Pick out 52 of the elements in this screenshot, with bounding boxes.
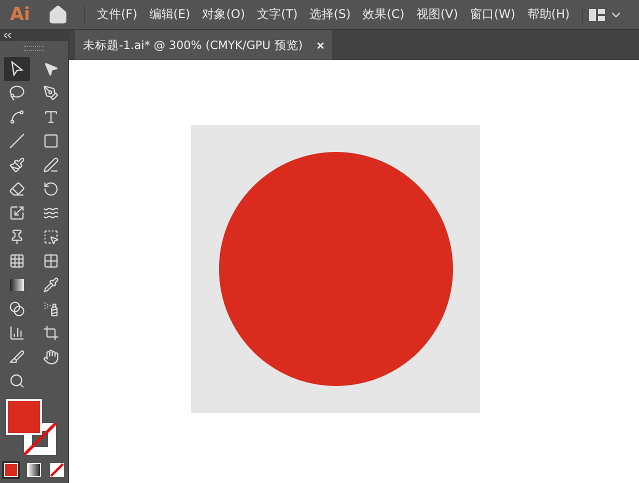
color-mode-button[interactable]: [48, 461, 66, 479]
blend-icon: [9, 301, 25, 317]
panel-grip[interactable]: [24, 46, 44, 51]
document-tab[interactable]: 未标题-1.ai* @ 300% (CMYK/GPU 预览) ×: [75, 30, 332, 60]
menu-item[interactable]: 编辑(E): [143, 6, 196, 23]
rectangle-icon: [43, 133, 59, 149]
arrow-pointer-icon: [9, 61, 25, 77]
knife-icon: [9, 349, 25, 365]
gradient-square-icon: [9, 277, 25, 293]
menu-item[interactable]: 对象(O): [196, 6, 252, 23]
type-icon: [43, 109, 59, 125]
workspace-layout-icon[interactable]: [588, 8, 605, 20]
collapse-icon[interactable]: [4, 33, 12, 38]
eraser-icon: [9, 181, 25, 197]
menu-item[interactable]: 视图(V): [410, 6, 464, 23]
pen-nib-icon: [43, 85, 59, 101]
no-fill-icon: [50, 463, 64, 477]
search-icon: [9, 373, 25, 389]
paintbrush-icon: [9, 157, 25, 173]
app-logo: Ai: [8, 4, 32, 25]
close-button[interactable]: ×: [316, 38, 324, 52]
menu-item[interactable]: 选择(S): [304, 6, 357, 23]
tool-button[interactable]: [4, 57, 30, 81]
wave-icon: [43, 205, 59, 221]
scale-icon: [9, 205, 25, 221]
fill-swatch[interactable]: [6, 399, 42, 435]
menu-item[interactable]: 文件(F): [91, 6, 144, 23]
menu-item[interactable]: 窗口(W): [464, 6, 522, 23]
home-icon[interactable]: [48, 4, 68, 24]
spray-can-icon: [43, 301, 59, 317]
line-icon: [9, 133, 25, 149]
rotate-icon: [43, 181, 59, 197]
menu-item[interactable]: 帮助(H): [521, 6, 576, 23]
color-mode-button[interactable]: [25, 461, 43, 479]
mesh-grid-icon: [43, 253, 59, 269]
bar-chart-icon: [9, 325, 25, 341]
color-fill-icon: [4, 463, 18, 477]
curve-icon: [9, 109, 25, 125]
gradient-fill-icon: [27, 463, 41, 477]
menu-item[interactable]: 文字(T): [251, 6, 304, 23]
lasso-icon: [9, 85, 25, 101]
eyedropper-icon: [43, 277, 59, 293]
menu-item[interactable]: 效果(C): [356, 6, 410, 23]
filled-arrow-icon: [43, 61, 59, 77]
color-mode-button[interactable]: [2, 461, 20, 479]
pin-icon: [9, 229, 25, 245]
crop-icon: [43, 325, 59, 341]
document-title: 未标题-1.ai* @ 300% (CMYK/GPU 预览): [83, 38, 303, 52]
hand-icon: [43, 349, 59, 365]
pencil-line-icon: [43, 157, 59, 173]
dashed-square-pointer-icon: [43, 229, 59, 245]
grid-icon: [9, 253, 25, 269]
